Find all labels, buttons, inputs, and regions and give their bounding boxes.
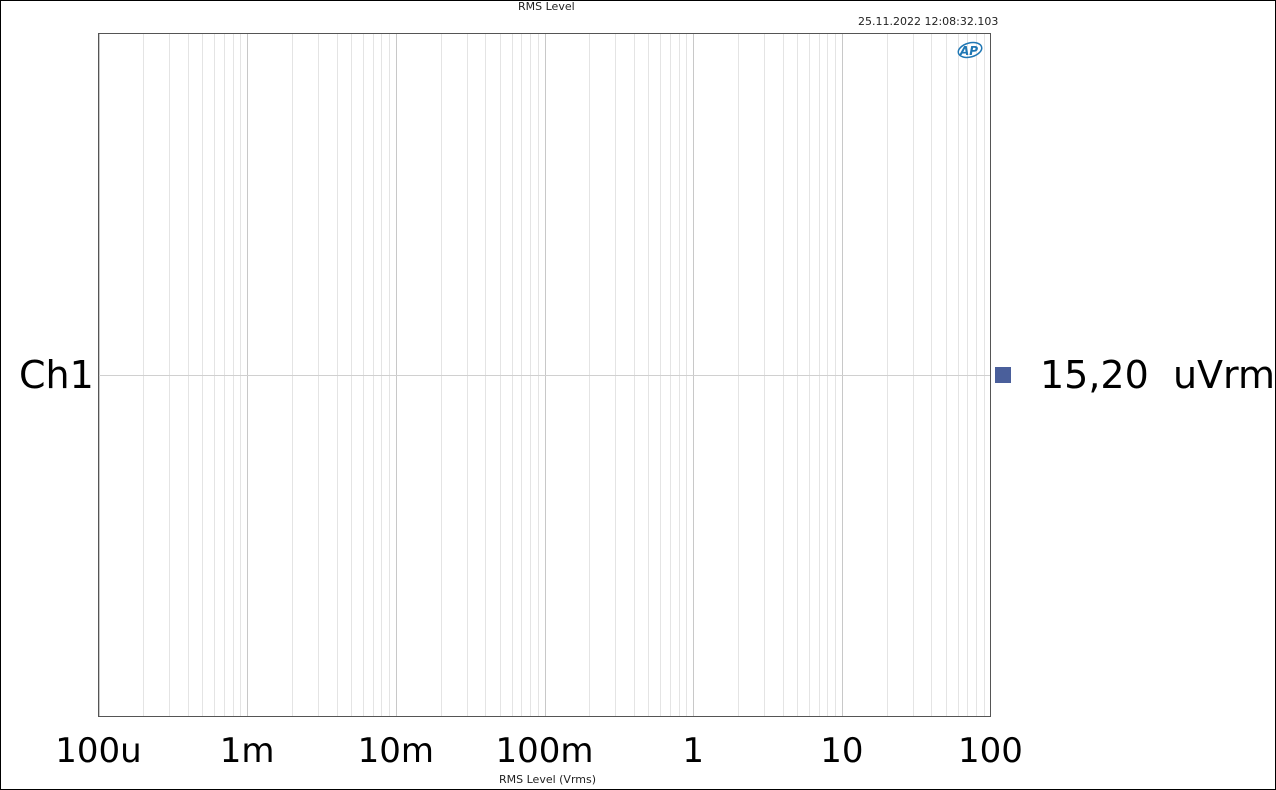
grid-lines (98, 33, 991, 717)
x-tick-label: 1 (682, 731, 704, 771)
legend-swatch (995, 367, 1011, 383)
x-tick-labels: 100u 1m 10m 100m 1 10 100 (55, 731, 1023, 771)
channel-label: Ch1 (19, 353, 94, 397)
x-tick-label: 1m (220, 731, 275, 771)
meter-readout: 15,20 uVrms (1040, 353, 1276, 397)
x-axis-label: RMS Level (Vrms) (499, 773, 597, 786)
ap-logo-text: AP (959, 44, 978, 58)
x-tick-label: 10m (358, 731, 434, 771)
x-tick-label: 100 (958, 731, 1023, 771)
x-tick-label: 100m (495, 731, 593, 771)
x-tick-label: 10 (820, 731, 863, 771)
x-tick-label: 100u (55, 731, 141, 771)
ap-logo-icon: AP (957, 41, 983, 59)
